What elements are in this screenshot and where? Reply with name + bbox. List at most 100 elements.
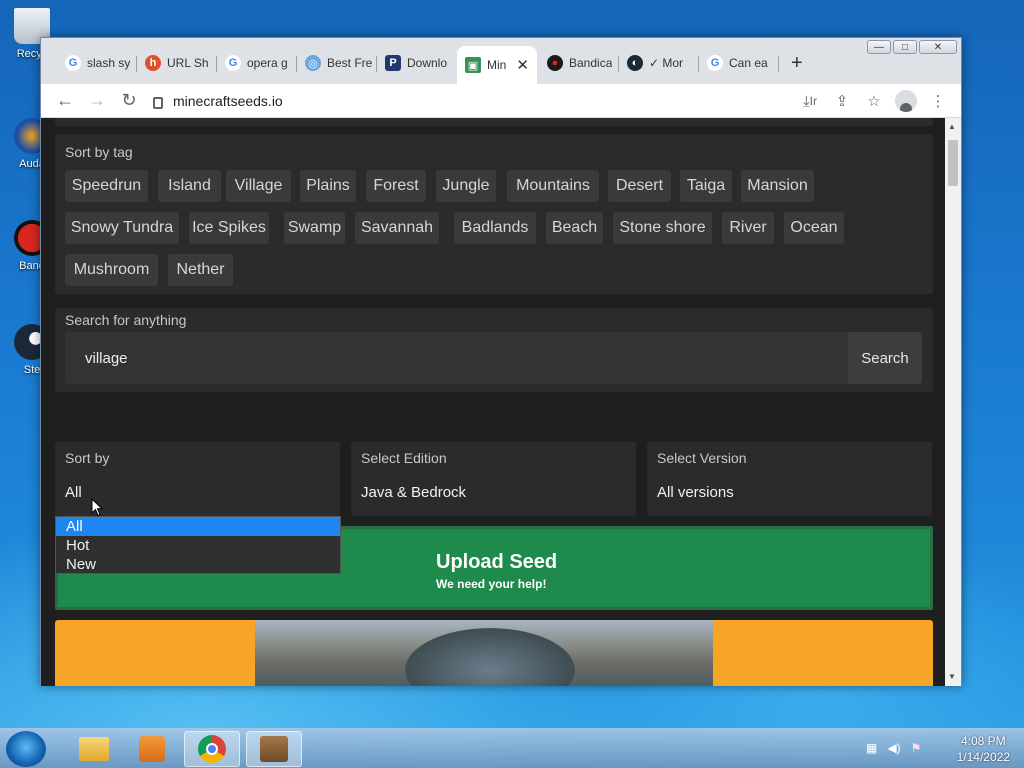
back-button[interactable]: ← xyxy=(49,87,81,115)
tag-desert[interactable]: Desert xyxy=(608,170,671,202)
tab-3[interactable]: G opera g xyxy=(217,48,297,78)
edition-label: Select Edition xyxy=(361,450,447,466)
box-icon xyxy=(260,736,288,762)
explorer-taskbar-button[interactable] xyxy=(66,731,122,767)
search-label: Search for anything xyxy=(65,312,187,328)
tag-river[interactable]: River xyxy=(722,212,774,244)
tag-taiga[interactable]: Taiga xyxy=(680,170,732,202)
browser-toolbar: ← → ↻ minecraftseeds.io ⤓ Ir ⇪ ☆ ⋮ xyxy=(41,84,961,118)
tab-2[interactable]: h URL Sh xyxy=(137,48,217,78)
page-scrollbar[interactable]: ▲ ▼ xyxy=(945,118,961,686)
close-tab-icon[interactable]: ✕ xyxy=(516,56,529,74)
start-button[interactable] xyxy=(6,731,46,767)
tag-stone-shore[interactable]: Stone shore xyxy=(613,212,712,244)
reload-button[interactable]: ↻ xyxy=(113,87,145,115)
scrollbar-thumb[interactable] xyxy=(948,140,958,186)
pdf-icon: P xyxy=(385,55,401,71)
app-taskbar-button[interactable] xyxy=(246,731,302,767)
system-tray: ▦ ◀) ⚑ xyxy=(866,741,921,755)
search-card: Search for anything village Search xyxy=(55,308,933,392)
profile-button[interactable] xyxy=(891,87,921,115)
edition-value: Java & Bedrock xyxy=(361,484,467,501)
tags-card: Sort by tag Speedrun Island Village Plai… xyxy=(55,134,933,294)
tag-forest[interactable]: Forest xyxy=(366,170,426,202)
address-bar[interactable]: minecraftseeds.io xyxy=(153,87,833,115)
page-viewport: Sort by tag Speedrun Island Village Plai… xyxy=(41,118,945,686)
tab-title: opera g xyxy=(247,56,288,70)
sort-option-new[interactable]: New xyxy=(56,555,340,574)
network-icon[interactable]: ▦ xyxy=(866,741,877,755)
search-button[interactable]: Search xyxy=(848,332,922,384)
tag-island[interactable]: Island xyxy=(158,170,221,202)
tab-title: Can ea xyxy=(729,56,768,70)
chrome-taskbar-button[interactable] xyxy=(184,731,240,767)
upload-title: Upload Seed xyxy=(436,551,558,573)
tag-speedrun[interactable]: Speedrun xyxy=(65,170,148,202)
install-app-button[interactable]: ⤓ Ir xyxy=(795,87,825,115)
google-icon: G xyxy=(225,55,241,71)
tab-7[interactable]: ● Bandica xyxy=(539,48,619,78)
forward-button[interactable]: → xyxy=(81,87,113,115)
tag-mansion[interactable]: Mansion xyxy=(741,170,814,202)
tags-label: Sort by tag xyxy=(65,144,133,160)
record-icon: ● xyxy=(547,55,563,71)
browser-window: G slash sy h URL Sh G opera g ◎ Best Fre… xyxy=(40,37,962,686)
volume-icon[interactable]: ◀) xyxy=(887,741,900,755)
sort-by-dropdown: All Hot New xyxy=(55,516,341,574)
toolbar-actions: ⤓ Ir ⇪ ☆ ⋮ xyxy=(795,87,953,115)
media-player-taskbar-button[interactable] xyxy=(124,731,180,767)
tag-savannah[interactable]: Savannah xyxy=(355,212,439,244)
upload-subtitle: We need your help! xyxy=(436,577,547,591)
scroll-up-arrow-icon[interactable]: ▲ xyxy=(948,122,956,131)
tag-plains[interactable]: Plains xyxy=(300,170,356,202)
close-window-button[interactable]: ✕ xyxy=(919,40,957,54)
clock[interactable]: 4:08 PM 1/14/2022 xyxy=(957,733,1010,765)
tag-snowy-tundra[interactable]: Snowy Tundra xyxy=(65,212,179,244)
globe-icon: ◎ xyxy=(305,55,321,71)
tab-title: URL Sh xyxy=(167,56,209,70)
tab-9[interactable]: G Can ea xyxy=(699,48,779,78)
maximize-button[interactable]: □ xyxy=(893,40,917,54)
menu-kebab-icon[interactable]: ⋮ xyxy=(923,87,953,115)
media-player-icon xyxy=(139,736,165,762)
tab-title: Best Fre xyxy=(327,56,373,70)
tab-active[interactable]: ▣ Min ✕ xyxy=(457,46,537,84)
tag-ocean[interactable]: Ocean xyxy=(784,212,844,244)
tab-title: Min xyxy=(487,58,507,72)
share-icon[interactable]: ⇪ xyxy=(827,87,857,115)
tab-1[interactable]: G slash sy xyxy=(57,48,137,78)
scroll-down-arrow-icon[interactable]: ▼ xyxy=(948,672,956,681)
sort-by-value: All xyxy=(65,484,82,501)
lock-icon xyxy=(153,97,163,109)
top-card-edge xyxy=(55,118,933,126)
tab-5[interactable]: P Downlo xyxy=(377,48,457,78)
tag-swamp[interactable]: Swamp xyxy=(284,212,345,244)
action-center-icon[interactable]: ⚑ xyxy=(911,741,922,755)
sort-option-hot[interactable]: Hot xyxy=(56,536,340,555)
bookmark-star-icon[interactable]: ☆ xyxy=(859,87,889,115)
tag-village[interactable]: Village xyxy=(226,170,291,202)
clock-date: 1/14/2022 xyxy=(956,750,1010,764)
new-tab-button[interactable]: + xyxy=(791,52,803,75)
steam-icon: ◐ xyxy=(627,55,643,71)
clock-time: 4:08 PM xyxy=(960,734,1006,748)
tag-mountains[interactable]: Mountains xyxy=(507,170,599,202)
tag-beach[interactable]: Beach xyxy=(546,212,603,244)
tab-8[interactable]: ◐ ✓ Mor xyxy=(619,48,699,78)
tag-jungle[interactable]: Jungle xyxy=(436,170,496,202)
tab-title: Bandica xyxy=(569,56,613,70)
search-input[interactable]: village xyxy=(65,332,848,384)
tag-nether[interactable]: Nether xyxy=(168,254,233,286)
tag-ice-spikes[interactable]: Ice Spikes xyxy=(189,212,269,244)
edition-select[interactable]: Select Edition Java & Bedrock xyxy=(351,442,636,516)
sort-option-all[interactable]: All xyxy=(56,517,340,536)
folder-icon xyxy=(79,737,109,761)
version-select[interactable]: Select Version All versions xyxy=(647,442,932,516)
mouse-cursor-icon xyxy=(91,498,104,517)
tag-badlands[interactable]: Badlands xyxy=(454,212,536,244)
seed-preview-image[interactable] xyxy=(55,620,933,686)
minimize-button[interactable]: — xyxy=(867,40,891,54)
tag-mushroom[interactable]: Mushroom xyxy=(65,254,158,286)
version-value: All versions xyxy=(657,484,734,501)
tab-4[interactable]: ◎ Best Fre xyxy=(297,48,377,78)
